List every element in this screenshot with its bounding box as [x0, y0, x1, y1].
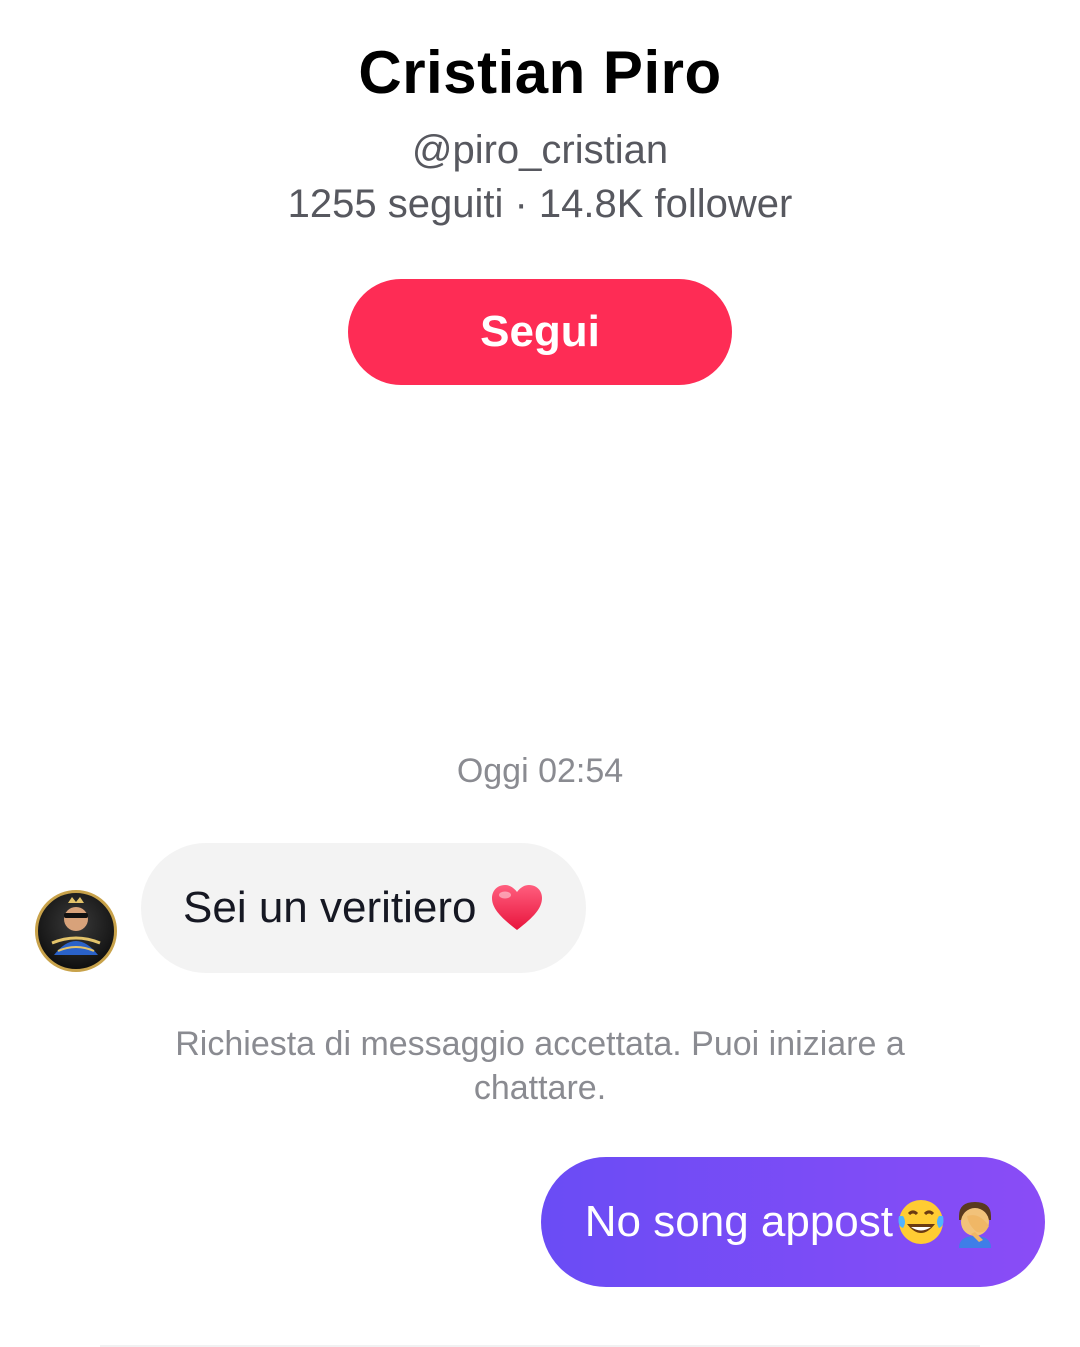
facepalm-icon [949, 1196, 1001, 1248]
incoming-message-bubble[interactable]: Sei un veritiero [141, 843, 587, 973]
heart-icon [490, 883, 544, 933]
incoming-message-text: Sei un veritiero [183, 883, 477, 932]
outgoing-message-text: No song appost [584, 1197, 893, 1246]
chat-timestamp: Oggi 02:54 [456, 752, 624, 790]
system-note: Richiesta di messaggio accettata. Puoi i… [175, 1025, 905, 1107]
tears-of-joy-icon [895, 1196, 947, 1248]
outgoing-message-bubble[interactable]: No song appost [540, 1157, 1045, 1287]
avatar[interactable] [35, 890, 117, 972]
follow-button[interactable]: Segui [348, 279, 732, 385]
profile-handle: @piro_cristian [411, 128, 669, 172]
avatar-image [51, 897, 101, 955]
profile-stats: 1255 seguiti · 14.8K follower [287, 182, 793, 226]
profile-name: Cristian Piro [358, 39, 722, 106]
